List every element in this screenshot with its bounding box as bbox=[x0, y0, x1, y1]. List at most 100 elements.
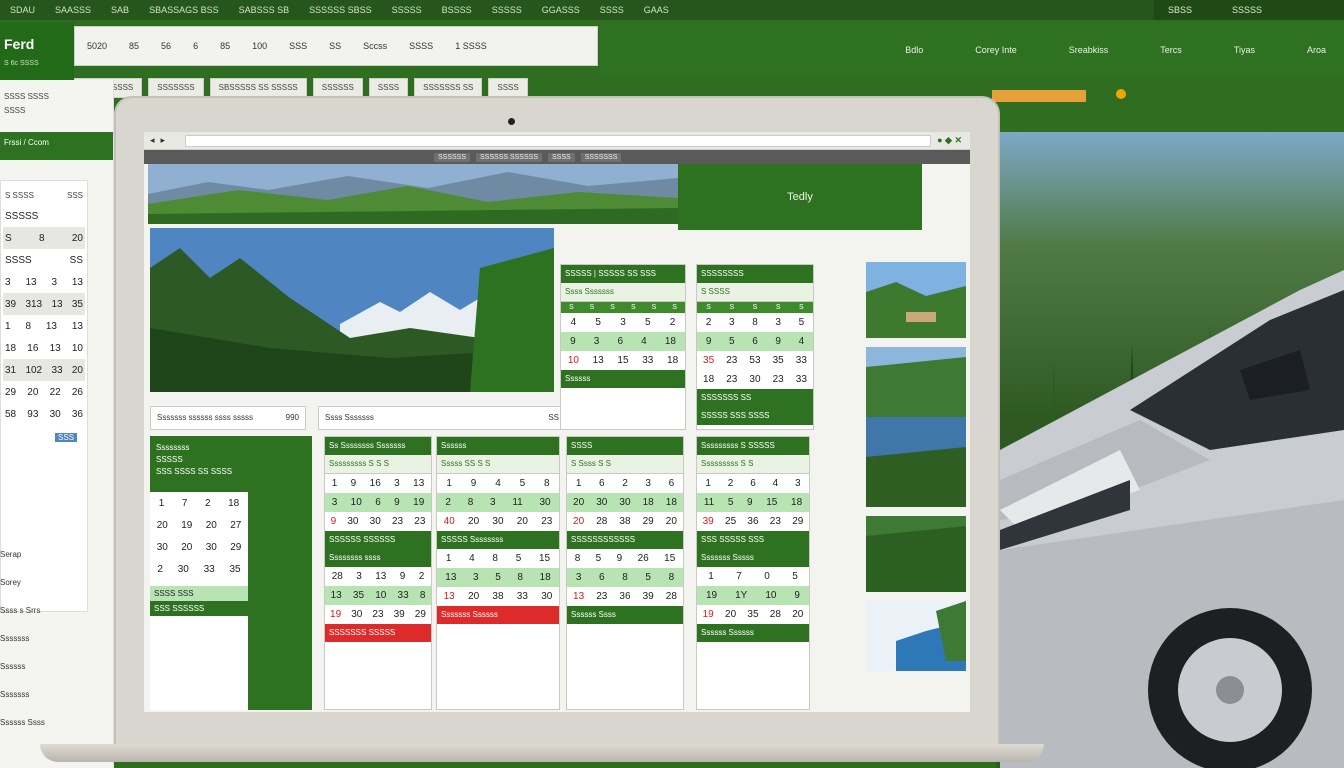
top-bar-item[interactable]: BSSSS bbox=[432, 5, 482, 15]
calendar-day[interactable]: 9 bbox=[570, 336, 576, 347]
nav-link[interactable]: Tiyas bbox=[1234, 45, 1255, 55]
calendar-day[interactable]: 20 bbox=[573, 516, 584, 527]
calendar-day[interactable]: 1 bbox=[708, 571, 714, 582]
calendar-day[interactable]: 18 bbox=[791, 497, 802, 508]
calendar-day[interactable]: 1 bbox=[576, 478, 582, 489]
calendar-day[interactable]: 8 bbox=[622, 572, 628, 583]
calendar-day[interactable]: 0 bbox=[764, 571, 770, 582]
back-icon[interactable]: ◂ bbox=[150, 135, 155, 146]
calendar-day[interactable]: 28 bbox=[666, 591, 677, 602]
calendar-day[interactable]: 19 bbox=[181, 520, 192, 531]
calendar-footer[interactable]: SSSSSSS SS bbox=[697, 389, 813, 407]
calendar-day[interactable]: 6 bbox=[599, 572, 605, 583]
calendar-day[interactable]: 19 bbox=[703, 609, 714, 620]
calendar-day[interactable]: 3 bbox=[594, 336, 600, 347]
calendar-day[interactable]: 19 bbox=[330, 609, 341, 620]
thumbnail-image[interactable] bbox=[866, 347, 966, 507]
mini-calendar-cell[interactable]: 29 bbox=[5, 387, 16, 398]
mini-calendar-cell[interactable]: 30 bbox=[50, 409, 61, 420]
calendar-day[interactable]: 20 bbox=[666, 516, 677, 527]
calendar-day[interactable]: 39 bbox=[394, 609, 405, 620]
nav-link[interactable]: Sreabkiss bbox=[1069, 45, 1109, 55]
hero-side-panel[interactable]: Tedly bbox=[678, 164, 922, 230]
calendar-day[interactable]: 18 bbox=[667, 355, 678, 366]
top-bar-item[interactable]: SAB bbox=[101, 5, 139, 15]
calendar-day[interactable]: 7 bbox=[736, 571, 742, 582]
mini-calendar-cell[interactable]: 13 bbox=[72, 321, 83, 332]
calendar-day[interactable]: 39 bbox=[643, 591, 654, 602]
calendar-day[interactable]: 20 bbox=[206, 520, 217, 531]
calendar-day[interactable]: 23 bbox=[726, 374, 737, 385]
top-bar-item[interactable]: GGASSS bbox=[532, 5, 590, 15]
nav-link[interactable]: Aroa bbox=[1307, 45, 1326, 55]
calendar-day[interactable]: 9 bbox=[331, 516, 337, 527]
calendar-day[interactable]: 33 bbox=[796, 355, 807, 366]
calendar-day[interactable]: 3 bbox=[332, 497, 338, 508]
calendar-day[interactable]: 33 bbox=[642, 355, 653, 366]
top-bar-item[interactable]: SSSSS bbox=[482, 5, 532, 15]
calendar-day[interactable]: 3 bbox=[775, 317, 781, 328]
calendar-day[interactable]: 1Y bbox=[735, 590, 747, 601]
calendar-day[interactable]: 53 bbox=[749, 355, 760, 366]
calendar-day[interactable]: 13 bbox=[573, 591, 584, 602]
calendar-day[interactable]: 4 bbox=[773, 478, 779, 489]
calendar-day[interactable]: 4 bbox=[571, 317, 577, 328]
mini-calendar-cell[interactable]: 13 bbox=[46, 321, 57, 332]
calendar-day[interactable]: 30 bbox=[539, 497, 550, 508]
calendar-day[interactable]: 20 bbox=[792, 609, 803, 620]
calendar-day[interactable]: 1 bbox=[332, 478, 338, 489]
calendar-day[interactable]: 8 bbox=[575, 553, 581, 564]
calendar-day[interactable]: 36 bbox=[619, 591, 630, 602]
top-bar-right-item[interactable]: SSSSS bbox=[1232, 5, 1262, 15]
mini-calendar-cell[interactable]: 3 bbox=[51, 277, 57, 288]
calendar-day[interactable]: 11 bbox=[512, 497, 522, 508]
calendar-day[interactable]: 1 bbox=[446, 553, 452, 564]
mini-calendar-cell[interactable]: 20 bbox=[27, 387, 38, 398]
mini-calendar-cell[interactable]: S bbox=[5, 233, 12, 244]
mini-calendar-cell[interactable]: 102 bbox=[25, 365, 42, 376]
calendar-day[interactable]: 5 bbox=[799, 317, 805, 328]
calendar-day[interactable]: 9 bbox=[706, 336, 712, 347]
screen-nav-item[interactable]: SSSSSS SSSSSS bbox=[476, 152, 542, 162]
calendar-day[interactable]: 30 bbox=[347, 516, 358, 527]
calendar-day[interactable]: 11 bbox=[704, 497, 714, 508]
calendar-day[interactable]: 4 bbox=[495, 478, 501, 489]
mini-calendar-cell[interactable]: SS bbox=[70, 255, 83, 266]
calendar-day[interactable]: 9 bbox=[794, 590, 800, 601]
calendar-footer[interactable]: Ssssss bbox=[561, 370, 685, 388]
calendar-day[interactable]: 27 bbox=[230, 520, 241, 531]
mini-calendar-cell[interactable]: 39 bbox=[5, 299, 16, 310]
nav-link[interactable]: Tercs bbox=[1160, 45, 1182, 55]
mini-calendar-cell[interactable]: 3 bbox=[5, 277, 11, 288]
calendar-section-title[interactable]: SSSSS Ssssssss bbox=[437, 531, 559, 549]
calendar-day[interactable]: 2 bbox=[706, 317, 712, 328]
calendar-day[interactable]: 4 bbox=[641, 336, 647, 347]
thumbnail-image[interactable] bbox=[866, 262, 966, 338]
calendar-day[interactable]: 28 bbox=[770, 609, 781, 620]
calendar-day[interactable]: 9 bbox=[394, 497, 400, 508]
calendar-day[interactable]: 30 bbox=[370, 516, 381, 527]
calendar-day[interactable]: 30 bbox=[492, 516, 503, 527]
calendar-day[interactable]: 26 bbox=[638, 553, 649, 564]
calendar-title[interactable]: SSSS bbox=[567, 437, 683, 455]
screen-nav-item[interactable]: SSSSSS bbox=[434, 152, 471, 162]
top-bar-item[interactable]: SSSSS bbox=[382, 5, 432, 15]
calendar-day[interactable]: 5 bbox=[645, 317, 651, 328]
calendar-day[interactable]: 7 bbox=[182, 498, 188, 509]
calendar-day[interactable]: 40 bbox=[444, 516, 455, 527]
mini-calendar-cell[interactable]: 1 bbox=[5, 321, 11, 332]
calendar-section-title[interactable]: SSSSSSSSSSSS bbox=[567, 531, 683, 549]
thumbnail-image[interactable] bbox=[866, 601, 966, 671]
calendar-day[interactable]: 30 bbox=[351, 609, 362, 620]
calendar-day[interactable]: 13 bbox=[375, 571, 386, 582]
calendar-day[interactable]: 30 bbox=[206, 542, 217, 553]
calendar-footer-highlight[interactable]: SSSS SSS bbox=[150, 586, 248, 601]
search-bar[interactable]: 5020 85 56 6 85 100 SSS SS Sccss SSSS 1 SSSS bbox=[74, 26, 598, 66]
calendar-day[interactable]: 30 bbox=[619, 497, 630, 508]
calendar-day[interactable]: 10 bbox=[765, 590, 776, 601]
top-bar-item[interactable]: SDAU bbox=[0, 5, 45, 15]
calendar-day[interactable]: 3 bbox=[490, 497, 496, 508]
calendar-day[interactable]: 15 bbox=[766, 497, 777, 508]
calendar-day[interactable]: 1 bbox=[705, 478, 711, 489]
calendar-day[interactable]: 28 bbox=[332, 571, 343, 582]
